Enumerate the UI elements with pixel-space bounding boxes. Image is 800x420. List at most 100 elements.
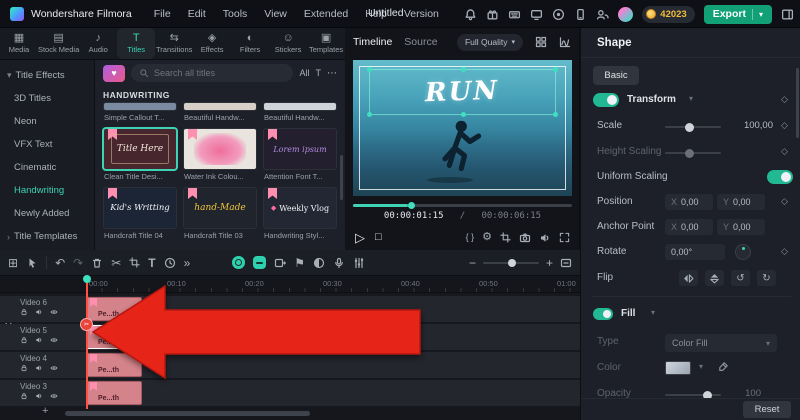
sidebar-item-neon[interactable]: Neon xyxy=(0,110,94,133)
gift-icon[interactable] xyxy=(486,8,499,21)
title-thumbnail[interactable]: ◆ Weekly Vlog xyxy=(263,187,337,229)
tab-filters[interactable]: ◐ Filters xyxy=(231,28,269,59)
chevron-down-icon[interactable]: ▾ xyxy=(689,94,693,103)
keyframe-diamond-icon[interactable]: ◇ xyxy=(781,146,788,157)
mute-speaker-icon[interactable] xyxy=(35,364,43,372)
export-dropdown-icon[interactable]: ▾ xyxy=(759,10,763,19)
opacity-slider[interactable] xyxy=(665,390,721,400)
anchor-x-field[interactable]: X 0,00 xyxy=(665,219,713,235)
zoom-out-icon[interactable]: − xyxy=(469,257,476,269)
fit-timeline-icon[interactable] xyxy=(560,257,572,269)
fill-type-dropdown[interactable]: Color Fill ▾ xyxy=(665,334,777,352)
phone-link-icon[interactable] xyxy=(574,8,587,21)
chevron-down-icon[interactable]: ▾ xyxy=(651,308,655,317)
chevron-down-icon[interactable]: ▾ xyxy=(699,362,703,371)
hide-eye-icon[interactable] xyxy=(50,308,58,316)
timeline-zoom-slider[interactable] xyxy=(482,258,539,267)
timeline-horizontal-scrollbar[interactable] xyxy=(65,411,310,416)
position-y-field[interactable]: Y 0,00 xyxy=(717,194,765,210)
track-lane[interactable]: Pe...th xyxy=(86,380,580,406)
filter-all-dropdown[interactable]: All xyxy=(299,68,309,78)
tab-stickers[interactable]: ☺ Stickers xyxy=(269,28,307,59)
track-lane[interactable]: Pe...th xyxy=(86,324,580,350)
media-browser-icon[interactable]: ⊞ xyxy=(8,257,18,269)
mute-speaker-icon[interactable] xyxy=(35,392,43,400)
scale-slider[interactable] xyxy=(665,122,721,132)
track-lane[interactable]: Pe...th xyxy=(86,352,580,378)
tab-media[interactable]: ▦ Media xyxy=(0,28,38,59)
tab-effects[interactable]: ◈ Effects xyxy=(193,28,231,59)
text-selection-box[interactable]: RUN xyxy=(367,67,558,117)
title-thumbnail[interactable] xyxy=(183,102,257,111)
screen-record-icon[interactable] xyxy=(552,8,565,21)
tab-templates[interactable]: ▣ Templates xyxy=(307,28,345,59)
video-preview[interactable]: RUN xyxy=(353,60,572,196)
playback-progress-bar[interactable] xyxy=(353,202,572,209)
color-swatch[interactable] xyxy=(665,361,691,375)
playhead-marker[interactable] xyxy=(83,275,91,283)
sidebar-item-handwriting[interactable]: Handwriting xyxy=(0,179,94,202)
rotate-field[interactable]: 0,00° xyxy=(665,244,725,260)
title-thumbnail[interactable]: Kid's Writting xyxy=(103,187,177,229)
display-cast-icon[interactable] xyxy=(530,8,543,21)
quality-dropdown[interactable]: Full Quality ▾ xyxy=(456,33,523,51)
preview-render-icon[interactable] xyxy=(232,256,246,269)
keyboard-icon[interactable] xyxy=(508,8,521,21)
timeline-clip-selected[interactable]: Pe...th xyxy=(86,325,142,349)
tab-audio[interactable]: ♪ Audio xyxy=(79,28,117,59)
timeline-clip[interactable]: Pe...th xyxy=(86,353,142,377)
transform-handle[interactable] xyxy=(367,67,372,72)
fullscreen-icon[interactable] xyxy=(559,232,570,243)
height-scaling-slider[interactable] xyxy=(665,148,721,158)
tab-transitions[interactable]: ⇆ Transitions xyxy=(155,28,193,59)
text-tool-icon[interactable]: T xyxy=(148,257,155,269)
mute-speaker-icon[interactable] xyxy=(35,308,43,316)
favorites-button[interactable]: ♥ xyxy=(103,64,125,82)
scale-value[interactable]: 100,00 xyxy=(727,120,773,131)
menu-edit[interactable]: Edit xyxy=(188,8,206,20)
keyframe-diamond-icon[interactable]: ◇ xyxy=(781,196,788,207)
tab-source-preview[interactable]: Source xyxy=(404,36,437,48)
more-options-icon[interactable]: ⋯ xyxy=(327,68,337,79)
lock-icon[interactable] xyxy=(20,364,28,372)
keyframe-diamond-icon[interactable]: ◇ xyxy=(781,120,788,131)
more-tools-icon[interactable]: » xyxy=(184,257,191,269)
position-x-field[interactable]: X 0,00 xyxy=(665,194,713,210)
flip-horizontal-icon[interactable] xyxy=(679,270,698,286)
sidebar-item-3d-titles[interactable]: 3D Titles xyxy=(0,87,94,110)
library-scrollbar[interactable] xyxy=(340,155,343,200)
keyframe-diamond-icon[interactable]: ◇ xyxy=(781,246,788,257)
progress-knob[interactable] xyxy=(407,202,415,209)
transform-handle[interactable] xyxy=(553,67,558,72)
add-track-button[interactable]: + xyxy=(42,405,48,417)
inspector-scrollbar[interactable] xyxy=(796,68,799,138)
account-avatar[interactable] xyxy=(618,6,634,22)
marker-flag-icon[interactable]: ⚑ xyxy=(294,257,305,269)
menu-view[interactable]: View xyxy=(264,8,287,20)
hide-eye-icon[interactable] xyxy=(50,336,58,344)
mute-speaker-icon[interactable] xyxy=(35,336,43,344)
menu-version[interactable]: Version xyxy=(404,8,439,20)
sidebar-item-title-effects[interactable]: ▾ Title Effects xyxy=(0,64,94,87)
coins-badge[interactable]: 42023 xyxy=(642,5,695,23)
track-lane[interactable]: Pe...th xyxy=(86,296,580,322)
auto-ripple-icon[interactable] xyxy=(253,256,267,269)
sidebar-item-newly-added[interactable]: Newly Added xyxy=(0,202,94,225)
account-group-icon[interactable] xyxy=(596,8,609,21)
overlay-title-text[interactable]: RUN xyxy=(425,76,500,109)
title-thumbnail[interactable] xyxy=(103,102,177,111)
mark-in-out-icon[interactable]: { } xyxy=(466,233,475,242)
lock-icon[interactable] xyxy=(20,336,28,344)
snapshot-camera-icon[interactable] xyxy=(519,232,531,244)
volume-icon[interactable] xyxy=(539,232,551,244)
rotate-ccw-icon[interactable]: ↺ xyxy=(731,270,750,286)
delete-icon[interactable] xyxy=(91,257,103,269)
notification-bell-icon[interactable] xyxy=(464,8,477,21)
sidebar-item-vfx-text[interactable]: VFX Text xyxy=(0,133,94,156)
undo-icon[interactable]: ↶ xyxy=(55,257,65,269)
transform-toggle[interactable] xyxy=(593,93,619,107)
voiceover-mic-icon[interactable] xyxy=(333,257,345,269)
zoom-in-icon[interactable]: + xyxy=(546,257,553,269)
crop-preview-icon[interactable] xyxy=(500,232,511,243)
transform-handle[interactable] xyxy=(553,112,558,117)
